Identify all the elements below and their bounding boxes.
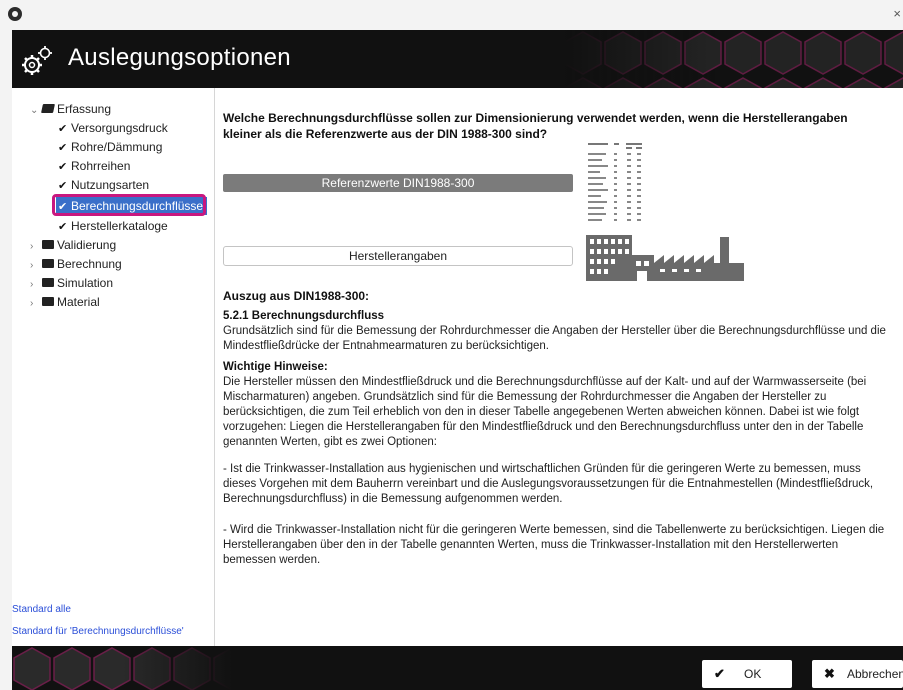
reset-all-link[interactable]: Standard alle	[12, 604, 71, 615]
cancel-button[interactable]: ✖ Abbrechen	[812, 660, 903, 688]
chevron-right-icon[interactable]: ›	[30, 257, 42, 275]
dialog-header: Auslegungsoptionen	[12, 30, 903, 88]
hexagon-pattern	[563, 30, 903, 88]
checkmark-icon: ✔	[58, 180, 68, 192]
table-document-icon	[586, 140, 646, 230]
options-sidebar: ⌄ Erfassung ✔ Versorgungsdruck ✔ Rohre/Dämm…	[12, 88, 215, 646]
tree-item-berechnung[interactable]: › Berechnung	[30, 255, 122, 273]
tree-item-rohre-daemmung[interactable]: ✔ Rohre/Dämmung	[58, 138, 162, 156]
folder-icon	[42, 259, 54, 268]
checkmark-icon: ✔	[58, 221, 68, 233]
factory-icon	[586, 235, 744, 281]
reset-current-link[interactable]: Standard für 'Berechnungsdurchflüsse'	[12, 626, 184, 637]
close-icon[interactable]: ×	[893, 6, 901, 21]
folder-icon	[42, 240, 54, 249]
notes-block: Wichtige Hinweise: Die Hersteller müssen…	[223, 360, 891, 450]
chevron-down-icon[interactable]: ⌄	[30, 102, 42, 120]
tree-item-versorgungsdruck[interactable]: ✔ Versorgungsdruck	[58, 119, 168, 137]
window-titlebar: ×	[0, 0, 903, 30]
option1-text: - Ist die Trinkwasser-Installation aus h…	[223, 463, 874, 505]
chevron-right-icon[interactable]: ›	[30, 238, 42, 256]
tree-item-rohrreihen[interactable]: ✔ Rohrreihen	[58, 157, 130, 175]
ok-button[interactable]: ✔ OK	[702, 660, 792, 688]
option2-text: - Wird die Trinkwasser-Installation nich…	[223, 524, 885, 566]
app-logo-icon	[8, 7, 22, 21]
notes-text: Die Hersteller müssen den Mindestfließdr…	[223, 376, 867, 448]
checkmark-icon: ✔	[714, 666, 725, 681]
checkmark-icon: ✔	[58, 161, 68, 173]
tree-item-validierung[interactable]: › Validierung	[30, 236, 116, 254]
tree-item-material[interactable]: › Material	[30, 293, 100, 311]
folder-icon	[42, 297, 54, 306]
gears-icon	[22, 46, 52, 75]
folder-open-icon	[41, 104, 55, 113]
dialog-title: Auslegungsoptionen	[68, 44, 291, 71]
tree-item-simulation[interactable]: › Simulation	[30, 274, 113, 292]
notes-heading: Wichtige Hinweise:	[223, 361, 328, 373]
main-panel: Welche Berechnungsdurchflüsse sollen zur…	[215, 88, 903, 646]
close-icon: ✖	[824, 666, 835, 681]
section-text: Grundsätzlich sind für die Bemessung der…	[223, 325, 886, 352]
manufacturer-values-button[interactable]: Herstellerangaben	[223, 246, 573, 266]
folder-icon	[42, 278, 54, 287]
tree-item-herstellerkataloge[interactable]: ✔ Herstellerkataloge	[58, 217, 168, 235]
hexagon-pattern	[12, 646, 232, 690]
question-text: Welche Berechnungsdurchflüsse sollen zur…	[223, 111, 848, 141]
checkmark-icon: ✔	[58, 142, 68, 154]
tree-item-nutzungsarten[interactable]: ✔ Nutzungsarten	[58, 176, 149, 194]
dialog-footer: ✔ OK ✖ Abbrechen	[12, 646, 903, 690]
section-block: 5.2.1 Berechnungsdurchfluss Grundsätzlic…	[223, 309, 891, 354]
chevron-right-icon[interactable]: ›	[30, 276, 42, 294]
selection-highlight-frame	[52, 194, 206, 216]
checkmark-icon: ✔	[58, 123, 68, 135]
tree-item-erfassung[interactable]: ⌄ Erfassung	[30, 100, 111, 118]
section-heading: 5.2.1 Berechnungsdurchfluss	[223, 310, 385, 322]
excerpt-title: Auszug aus DIN1988-300:	[223, 289, 370, 303]
chevron-right-icon[interactable]: ›	[30, 295, 42, 313]
reference-values-button[interactable]: Referenzwerte DIN1988-300	[223, 174, 573, 192]
